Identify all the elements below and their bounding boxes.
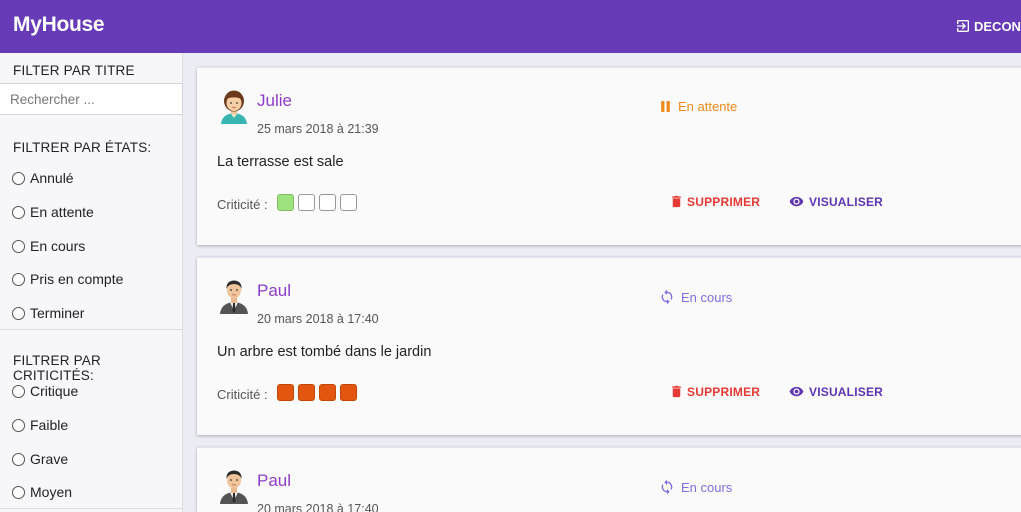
state-radio-annule[interactable]: Annulé [12, 170, 74, 186]
criticity-label: Critique [30, 383, 79, 399]
radio-icon [12, 171, 25, 185]
state-label: Pris en compte [30, 271, 124, 287]
logout-button[interactable]: DECONNEXION [955, 18, 1021, 34]
ticket-author: Paul [257, 281, 292, 300]
status-label: En attente [678, 99, 738, 114]
filter-sidebar: FILTER PAR TITRE FILTRER PAR ÉTATS: Annu… [0, 53, 183, 512]
criticity-label: Criticité : [217, 387, 268, 402]
delete-label: SUPPRIMER [687, 384, 761, 399]
criticity-indicator [277, 384, 357, 401]
criticity-box [277, 194, 294, 211]
sync-icon [661, 289, 673, 305]
radio-icon [12, 452, 25, 466]
eye-icon [789, 196, 804, 207]
state-radio-terminer[interactable]: Terminer [12, 305, 84, 321]
criticity-radio-faible[interactable]: Faible [12, 417, 68, 433]
ticket-status: En attente [659, 99, 737, 114]
state-label: Annulé [30, 170, 74, 186]
filter-states-heading: FILTRER PAR ÉTATS: [13, 140, 152, 155]
logout-icon [957, 20, 969, 32]
ticket-card: Paul 20 mars 2018 à 17:40 Un arbre est t… [197, 257, 1021, 435]
criticity-radio-moyen[interactable]: Moyen [12, 484, 72, 500]
woman-avatar-icon [221, 90, 247, 124]
criticity-box [298, 194, 315, 211]
radio-icon [12, 306, 25, 320]
ticket-date: 20 mars 2018 à 17:40 [257, 502, 379, 512]
view-button[interactable]: VISUALISER [787, 384, 883, 399]
criticity-box [319, 384, 336, 401]
criticity-box [340, 384, 357, 401]
man-avatar-icon [220, 280, 248, 314]
ticket-author: Paul [257, 471, 292, 490]
filter-criticity-heading: FILTRER PAR CRITICITÉS: [13, 353, 101, 383]
criticity-label: Criticité : [217, 197, 268, 212]
state-label: En attente [30, 204, 94, 220]
view-label: VISUALISER [809, 384, 884, 399]
radio-icon [12, 205, 25, 219]
criticity-label: Moyen [30, 484, 73, 500]
criticity-box [319, 194, 336, 211]
ticket-author: Julie [257, 91, 292, 110]
ticket-description: Un arbre est tombé dans le jardin [217, 344, 432, 360]
criticity-box [340, 194, 357, 211]
ticket-status: En cours [659, 289, 732, 305]
criticity-box [277, 384, 294, 401]
ticket-date: 20 mars 2018 à 17:40 [257, 312, 379, 326]
app-title: MyHouse [13, 13, 105, 36]
sync-icon [661, 479, 673, 495]
radio-icon [12, 272, 25, 286]
sidebar-divider [0, 508, 183, 509]
view-label: VISUALISER [809, 194, 884, 209]
ticket-description: La terrasse est sale [217, 154, 344, 170]
pause-icon [661, 101, 670, 112]
logout-label: DECONNEXION [974, 18, 1021, 34]
filter-title-heading: FILTER PAR TITRE [13, 63, 135, 78]
view-button[interactable]: VISUALISER [787, 194, 883, 209]
status-label: En cours [681, 479, 733, 495]
delete-button[interactable]: SUPPRIMER [669, 384, 760, 399]
state-label: Terminer [30, 305, 85, 321]
criticity-indicator [277, 194, 357, 211]
radio-icon [12, 485, 25, 499]
radio-icon [12, 384, 25, 398]
ticket-status: En cours [659, 479, 732, 495]
status-label: En cours [681, 289, 733, 305]
ticket-card: Julie 25 mars 2018 à 21:39 La terrasse e… [197, 67, 1021, 245]
state-radio-en-cours[interactable]: En cours [12, 238, 85, 254]
sidebar-divider [0, 329, 183, 330]
state-radio-pris-en-compte[interactable]: Pris en compte [12, 271, 123, 287]
man-avatar-icon [220, 470, 248, 504]
app-bar: MyHouse DECONNEXION [0, 0, 1021, 53]
eye-icon [789, 386, 804, 397]
delete-label: SUPPRIMER [687, 194, 761, 209]
state-radio-en-attente[interactable]: En attente [12, 204, 94, 220]
radio-icon [12, 418, 25, 432]
criticity-radio-grave[interactable]: Grave [12, 451, 68, 467]
trash-icon [672, 385, 681, 398]
trash-icon [672, 195, 681, 208]
state-label: En cours [30, 238, 86, 254]
delete-button[interactable]: SUPPRIMER [669, 194, 760, 209]
ticket-card: Paul 20 mars 2018 à 17:40 En cours [197, 447, 1021, 512]
radio-icon [12, 239, 25, 253]
search-input[interactable] [0, 83, 183, 115]
criticity-radio-critique[interactable]: Critique [12, 383, 78, 399]
criticity-label: Grave [30, 451, 69, 467]
criticity-box [298, 384, 315, 401]
criticity-label: Faible [30, 417, 69, 433]
ticket-date: 25 mars 2018 à 21:39 [257, 122, 379, 136]
